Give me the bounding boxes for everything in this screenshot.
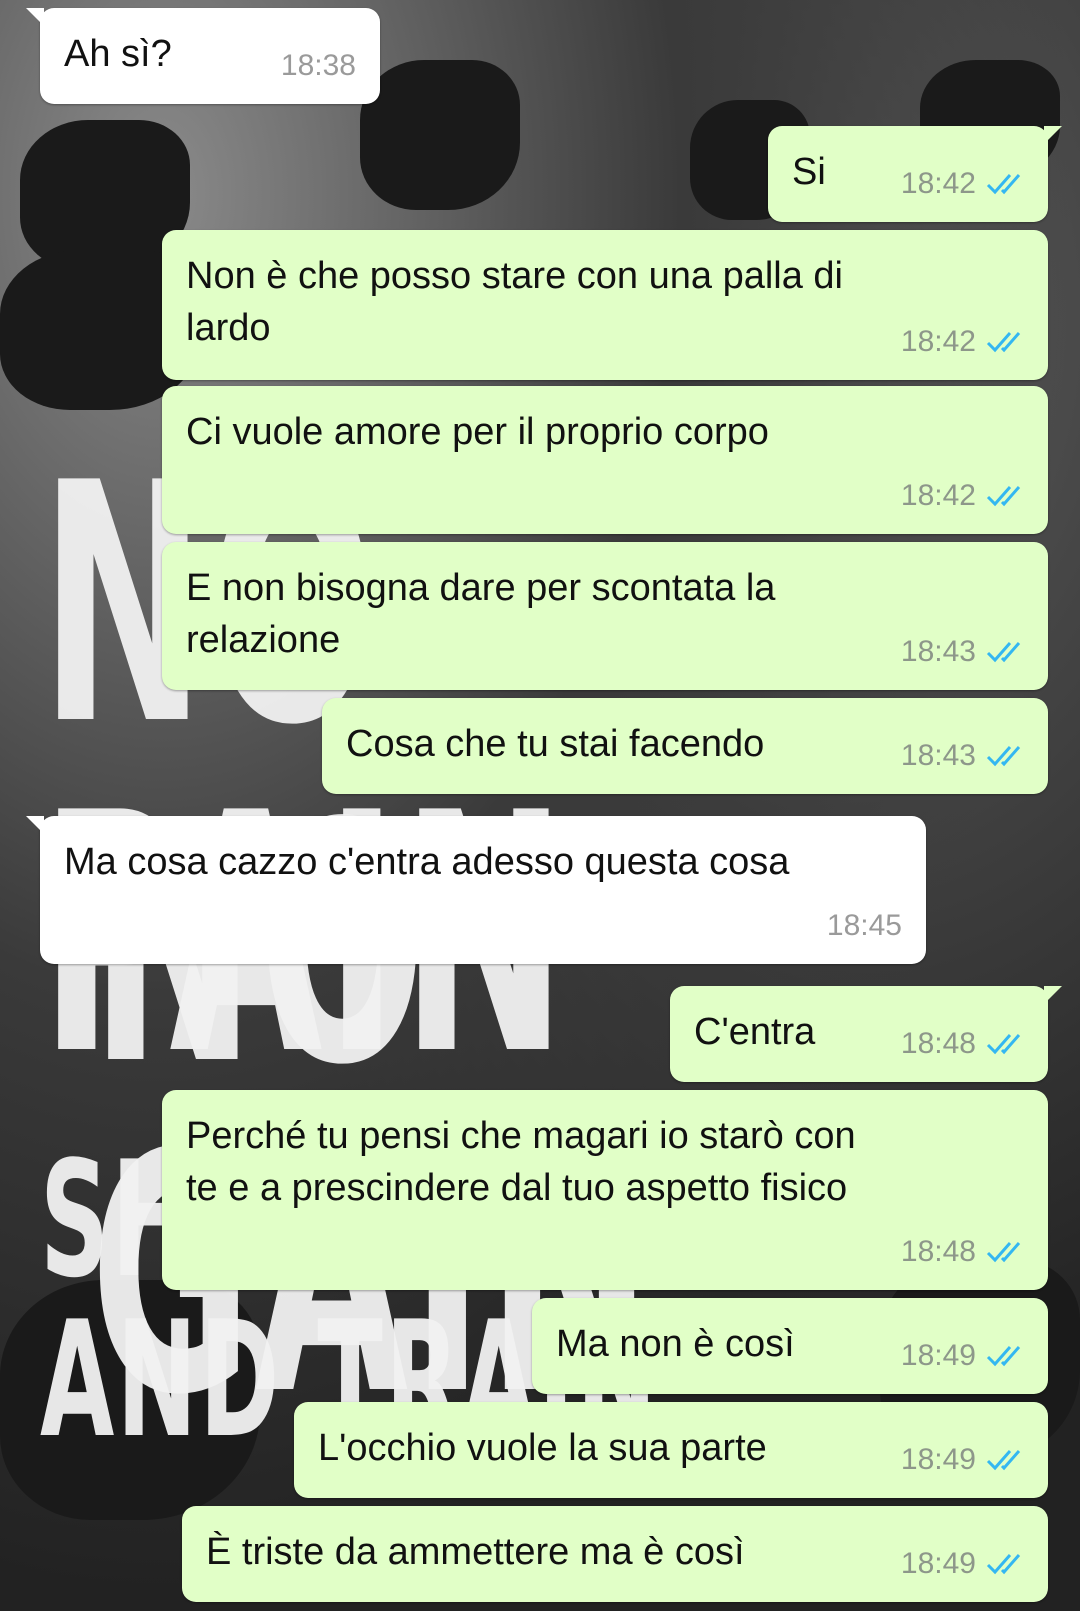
message-text: Ci vuole amore per il proprio corpo: [186, 411, 769, 453]
double-check-read-icon: [986, 486, 1021, 507]
double-check-read-icon: [986, 1554, 1021, 1575]
double-check-read-icon: [986, 1034, 1021, 1055]
message-meta: 18:42: [901, 158, 1028, 210]
message-time: 18:49: [900, 1547, 976, 1580]
incoming-message[interactable]: Ma cosa cazzo c'entra adesso questa cosa…: [26, 816, 926, 964]
outgoing-message[interactable]: È triste da ammettere ma è così 18:49: [182, 1506, 1048, 1602]
message-time: 18:42: [900, 479, 976, 512]
message-time: 18:49: [900, 1339, 976, 1372]
message-meta: 18:49: [901, 1434, 1028, 1486]
message-meta: 18:42: [901, 470, 1028, 522]
outgoing-message[interactable]: L'occhio vuole la sua parte 18:49: [294, 1402, 1048, 1498]
message-time: 18:42: [900, 325, 976, 358]
double-check-read-icon: [986, 1242, 1021, 1263]
outgoing-message[interactable]: Perché tu pensi che magari io starò con …: [162, 1090, 1048, 1290]
double-check-read-icon: [986, 1450, 1021, 1471]
message-time: 18:48: [900, 1235, 976, 1268]
message-meta: 18:45: [827, 900, 902, 952]
chat-message-list[interactable]: Ah sì? 18:38 Si 18:42 Non è che posso st…: [0, 0, 1080, 1611]
message-meta: 18:48: [901, 1226, 1028, 1278]
outgoing-message[interactable]: Cosa che tu stai facendo 18:43: [322, 698, 1048, 794]
message-text: Ma cosa cazzo c'entra adesso questa cosa: [64, 841, 790, 883]
double-check-read-icon: [986, 332, 1021, 353]
outgoing-message[interactable]: Non è che posso stare con una palla di l…: [162, 230, 1048, 380]
message-meta: 18:43: [901, 626, 1028, 678]
outgoing-message[interactable]: Si 18:42: [768, 126, 1062, 222]
message-time: 18:43: [900, 739, 976, 772]
outgoing-message[interactable]: E non bisogna dare per scontata la relaz…: [162, 542, 1048, 690]
double-check-read-icon: [986, 746, 1021, 767]
double-check-read-icon: [986, 174, 1021, 195]
message-meta: 18:43: [901, 730, 1028, 782]
outgoing-message[interactable]: Ci vuole amore per il proprio corpo 18:4…: [162, 386, 1048, 534]
message-meta: 18:42: [901, 316, 1028, 368]
message-meta: 18:48: [901, 1018, 1028, 1070]
outgoing-message[interactable]: C'entra 18:48: [670, 986, 1062, 1082]
message-time: 18:45: [826, 909, 902, 942]
message-time: 18:42: [900, 167, 976, 200]
message-text: Non è che posso stare con una palla di l…: [186, 255, 843, 349]
message-time: 18:49: [900, 1443, 976, 1476]
message-time: 18:43: [900, 635, 976, 668]
outgoing-message[interactable]: Ma non è così 18:49: [532, 1298, 1048, 1394]
double-check-read-icon: [986, 642, 1021, 663]
message-time: 18:38: [280, 49, 356, 82]
message-text: E non bisogna dare per scontata la relaz…: [186, 567, 776, 661]
incoming-message[interactable]: Ah sì? 18:38: [26, 8, 380, 104]
message-time: 18:48: [900, 1027, 976, 1060]
message-meta: 18:49: [901, 1538, 1028, 1590]
double-check-read-icon: [986, 1346, 1021, 1367]
message-meta: 18:38: [281, 40, 356, 92]
message-meta: 18:49: [901, 1330, 1028, 1382]
message-text: Perché tu pensi che magari io starò con …: [186, 1115, 856, 1209]
